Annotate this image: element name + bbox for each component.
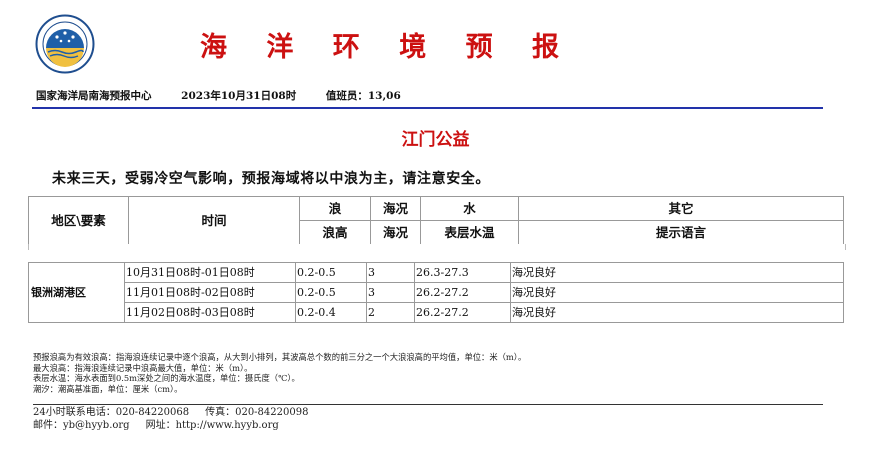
- row-temp: 26.3-27.3: [414, 262, 511, 283]
- row-sea: 3: [366, 282, 415, 303]
- row-time: 11月01日08时-02日08时: [124, 282, 296, 303]
- row-temp: 26.2-27.2: [414, 282, 511, 303]
- row-hint: 海况良好: [510, 282, 844, 303]
- header-wave: 浪: [299, 196, 371, 221]
- header-sst: 表层水温: [420, 220, 519, 245]
- table-row: 银洲湖港区 10月31日08时-01日08时 0.2-0.5 3 26.3-27…: [28, 262, 844, 323]
- header-sea-state: 海况: [370, 220, 421, 245]
- note-sst: 表层水温：海水表面到0.5m深处之间的海水温度，单位：摄氏度（℃）。: [33, 373, 300, 383]
- header-wave-height: 浪高: [299, 220, 371, 245]
- row-time: 10月31日08时-01日08时: [124, 262, 296, 283]
- table-row: 11月02日08时-03日08时 0.2-0.4 2 26.2-27.2 海况良…: [29, 302, 844, 323]
- header-hint: 提示语言: [518, 220, 844, 245]
- header-time: 时间: [128, 196, 300, 245]
- row-wave: 0.2-0.5: [295, 262, 367, 283]
- row-temp: 26.2-27.2: [414, 302, 511, 323]
- note-max-wave: 最大浪高：指海浪连续记录中浪高最大值，单位：米（m）。: [33, 362, 253, 373]
- footer-divider: [33, 404, 823, 405]
- note-tide: 潮汐：潮高基准面，单位：厘米（cm）。: [33, 383, 183, 394]
- row-hint: 海况良好: [510, 262, 844, 283]
- row-sea: 3: [366, 262, 415, 283]
- contact-fax: 传真：020-84220098: [205, 407, 309, 418]
- region-name: 银洲湖港区: [28, 262, 125, 323]
- forecast-summary: 未来三天，受弱冷空气影响，预报海域将以中浪为主，请注意安全。: [52, 171, 490, 187]
- duty-officer: 值班员：13,06: [325, 90, 401, 102]
- contact-email[interactable]: 邮件：yb@hyyb.org: [33, 420, 130, 431]
- header-divider: [32, 107, 823, 109]
- definitions-notes: 预报浪高为有效浪高：指海浪连续记录中逐个浪高，从大到小排列，其波高总个数的前三分…: [33, 352, 526, 394]
- table-gap: [28, 244, 846, 250]
- header-sea: 海况: [370, 196, 421, 221]
- row-wave: 0.2-0.5: [295, 282, 367, 303]
- table-row: 11月01日08时-02日08时 0.2-0.5 3 26.2-27.2 海况良…: [29, 282, 844, 303]
- row-time: 11月02日08时-03日08时: [124, 302, 296, 323]
- header-water: 水: [420, 196, 519, 221]
- row-hint: 海况良好: [510, 302, 844, 323]
- page-title: 海 洋 环 境 预 报: [200, 32, 574, 63]
- header-other: 其它: [518, 196, 844, 221]
- contact-phone: 24小时联系电话：020-84220068: [33, 407, 190, 418]
- row-sea: 2: [366, 302, 415, 323]
- contact-info: 24小时联系电话：020-84220068 传真：020-84220098 邮件：…: [33, 406, 308, 432]
- forecast-table: 银洲湖港区 10月31日08时-01日08时 0.2-0.5 3 26.3-27…: [28, 262, 844, 323]
- header-region: 地区\要素: [28, 196, 129, 245]
- forecast-table-header: 地区\要素 时间 浪 海况 水 其它 浪高 海况 表层水温 提示语言: [28, 196, 844, 245]
- note-wave-height: 预报浪高为有效浪高：指海浪连续记录中逐个浪高，从大到小排列，其波高总个数的前三分…: [33, 352, 527, 362]
- contact-website[interactable]: 网址：http://www.hyyb.org: [146, 420, 279, 431]
- site-name: 江门公益: [401, 130, 470, 150]
- ocean-administration-logo: [35, 14, 95, 74]
- issue-time: 2023年10月31日08时: [181, 90, 297, 102]
- report-meta: 国家海洋局南海预报中心 2023年10月31日08时 值班员：13,06: [36, 89, 427, 103]
- row-wave: 0.2-0.4: [295, 302, 367, 323]
- issuer: 国家海洋局南海预报中心: [36, 90, 152, 102]
